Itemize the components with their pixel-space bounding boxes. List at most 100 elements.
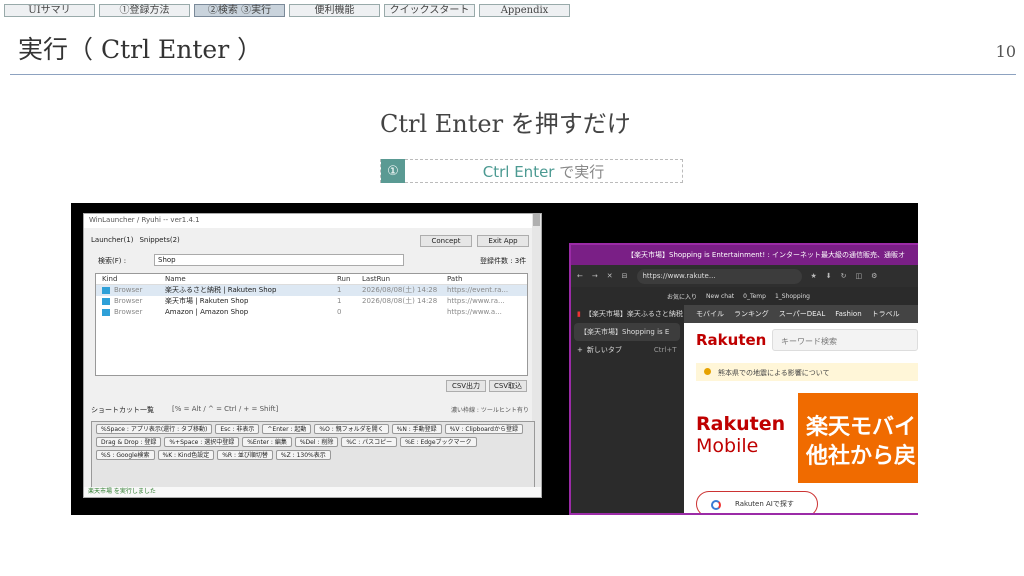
- address-bar[interactable]: https://www.rakute...: [636, 268, 802, 284]
- col-name[interactable]: Name: [165, 274, 337, 284]
- note-key: Ctrl Enter: [482, 162, 555, 181]
- kind-text: Browser: [114, 308, 143, 316]
- favorite-star-icon[interactable]: ★: [811, 272, 817, 280]
- browser-toolbar: ← → ✕ ⊟ https://www.rakute... ★ ⬇ ↻ ◫ ⚙: [571, 265, 918, 287]
- rnav-item[interactable]: ランキング: [734, 309, 769, 319]
- bookmark-item[interactable]: お気に入り: [667, 292, 697, 301]
- rakuten-nav: モバイル ランキング スーパーDEAL Fashion トラベル: [684, 305, 918, 323]
- shortcut-key: %V : Clipboardから登録: [444, 424, 523, 434]
- rnav-item[interactable]: モバイル: [696, 309, 724, 319]
- col-run[interactable]: Run: [337, 274, 362, 284]
- browser-tab-title: 【楽天市場】Shopping is Entertainment! : インターネ…: [627, 251, 906, 259]
- title-divider: [10, 74, 1016, 75]
- shortcut-key: ^Enter : 起動: [262, 424, 312, 434]
- info-note: ① Ctrl Enter で実行: [380, 159, 683, 183]
- screenshot-panel: WinLauncher / Ryuhi -- ver1.4.1 Launcher…: [71, 203, 918, 515]
- lastrun-cell: 2026/08/08(土) 14:28: [362, 286, 438, 294]
- tab-registration[interactable]: ①登録方法: [99, 4, 190, 17]
- rnav-item[interactable]: スーパーDEAL: [779, 309, 825, 319]
- tab-launcher[interactable]: Launcher(1): [91, 236, 133, 244]
- mobile-logo-line1: Rakuten: [696, 413, 786, 435]
- launcher-window: WinLauncher / Ryuhi -- ver1.4.1 Launcher…: [83, 213, 542, 498]
- kind-text: Browser: [114, 286, 143, 294]
- tab-snippets[interactable]: Snippets(2): [139, 236, 179, 244]
- csv-import-button[interactable]: CSV取込: [489, 380, 527, 392]
- rnav-item[interactable]: トラベル: [872, 309, 900, 319]
- side-tab-active[interactable]: 【楽天市場】Shopping is E: [574, 323, 680, 341]
- exit-app-button[interactable]: Exit App: [477, 235, 529, 247]
- tab-search-execute[interactable]: ②検索 ③実行: [194, 4, 285, 17]
- rakuten-favicon: ▮: [577, 310, 581, 318]
- back-icon[interactable]: ←: [577, 272, 583, 280]
- status-bar: 楽天市場 を実行しました: [84, 487, 541, 497]
- list-row[interactable]: Browser Amazon | Amazon Shop 0 https://w…: [96, 307, 527, 318]
- col-kind[interactable]: Kind: [96, 274, 165, 284]
- info-icon: ①: [381, 159, 405, 183]
- settings-icon[interactable]: ⚙: [871, 272, 877, 280]
- bookmark-item[interactable]: 0_Temp: [743, 293, 766, 300]
- list-row[interactable]: Browser 楽天市場 | Rakuten Shop 1 2026/08/08…: [96, 296, 527, 307]
- shortcut-key: %Enter : 編集: [242, 437, 292, 447]
- web-page: モバイル ランキング スーパーDEAL Fashion トラベル Rakuten…: [684, 305, 918, 513]
- run-cell: 1: [337, 286, 342, 294]
- search-input[interactable]: Shop: [154, 254, 404, 266]
- alert-text: 熊本県での地震による影響について: [718, 369, 830, 377]
- csv-export-button[interactable]: CSV出力: [446, 380, 486, 392]
- shortcut-key: %S : Google検索: [96, 450, 155, 460]
- rakuten-ai-button[interactable]: Rakuten AIで探す: [696, 491, 818, 513]
- shortcut-legend: [% = Alt / ^ = Ctrl / + = Shift]: [172, 405, 279, 413]
- shortcut-key: %K : Kind色設定: [157, 450, 215, 460]
- name-cell: 楽天ふるさと納税 | Rakuten Shop: [165, 286, 277, 294]
- keyword-search[interactable]: キーワード検索: [772, 329, 918, 351]
- name-cell: Amazon | Amazon Shop: [165, 308, 249, 316]
- scroll-thumb[interactable]: [533, 214, 540, 226]
- note-text: Ctrl Enter で実行: [405, 161, 682, 182]
- shortcut-key: %Del : 削除: [294, 437, 339, 447]
- shortcut-key: %E : Edgeブックマーク: [400, 437, 477, 447]
- shortcut-key: %C : パスコピー: [341, 437, 398, 447]
- bookmark-item[interactable]: New chat: [706, 293, 734, 300]
- tab-useful-features[interactable]: 便利機能: [289, 4, 380, 17]
- browser-color-icon: [102, 309, 110, 316]
- shortcut-panel: %Space : アプリ表示(還行 : タブ移動) Esc : 非表示 ^Ent…: [91, 421, 535, 495]
- refresh-icon[interactable]: ↻: [841, 272, 847, 280]
- new-tab-button[interactable]: + 新しいタブ Ctrl+T: [571, 341, 683, 359]
- col-path[interactable]: Path: [447, 274, 527, 284]
- list-row[interactable]: Browser 楽天ふるさと納税 | Rakuten Shop 1 2026/0…: [96, 285, 527, 296]
- tab-appendix[interactable]: Appendix: [479, 4, 570, 17]
- split-screen-icon[interactable]: ◫: [856, 272, 863, 280]
- tab-quick-start[interactable]: クイックスタート: [384, 4, 475, 17]
- path-cell: https://www.ra...: [447, 297, 505, 305]
- launcher-tabs: Launcher(1) Snippets(2): [91, 236, 180, 244]
- kind-cell: Browser: [96, 285, 165, 296]
- page-title: 実行（ Ctrl Enter ）: [18, 35, 263, 64]
- shortcut-key: %Space : アプリ表示(還行 : タブ移動): [96, 424, 213, 434]
- new-tab-label: 新しいタブ: [586, 346, 622, 354]
- tab-ui-summary[interactable]: UIサマリ: [4, 4, 95, 17]
- kind-cell: Browser: [96, 307, 165, 318]
- launcher-titlebar: WinLauncher / Ryuhi -- ver1.4.1: [84, 214, 541, 228]
- col-lastrun[interactable]: LastRun: [362, 274, 447, 284]
- side-tab[interactable]: ▮ 【楽天市場】楽天ふるさと納税: [571, 305, 683, 323]
- shortcut-key: %Z : 130%表示: [275, 450, 331, 460]
- rnav-item[interactable]: Fashion: [835, 310, 861, 318]
- path-cell: https://www.a...: [447, 308, 502, 316]
- concept-button[interactable]: Concept: [420, 235, 472, 247]
- forward-icon[interactable]: →: [592, 272, 598, 280]
- note-suffix: で実行: [554, 162, 605, 181]
- alert-banner[interactable]: 熊本県での地震による影響について: [696, 363, 918, 381]
- promo-banner[interactable]: RakutenMobile 楽天モバイ他社から戻っ: [684, 393, 918, 483]
- shortcut-key: %R : 並び順切替: [217, 450, 273, 460]
- site-info-icon[interactable]: ⊟: [622, 272, 628, 280]
- side-tab-label: 【楽天市場】楽天ふるさと納税: [584, 310, 683, 318]
- rakuten-logo[interactable]: Rakuten: [696, 331, 766, 349]
- stop-icon[interactable]: ✕: [607, 272, 613, 280]
- plus-icon: +: [577, 346, 583, 354]
- extension-icon[interactable]: ⬇: [826, 272, 832, 280]
- browser-color-icon: [102, 298, 110, 305]
- lastrun-cell: 2026/08/08(土) 14:28: [362, 297, 438, 305]
- browser-window: 【楽天市場】Shopping is Entertainment! : インターネ…: [569, 243, 918, 515]
- name-cell: 楽天市場 | Rakuten Shop: [165, 297, 249, 305]
- kind-cell: Browser: [96, 296, 165, 307]
- bookmark-item[interactable]: 1_Shopping: [775, 293, 810, 300]
